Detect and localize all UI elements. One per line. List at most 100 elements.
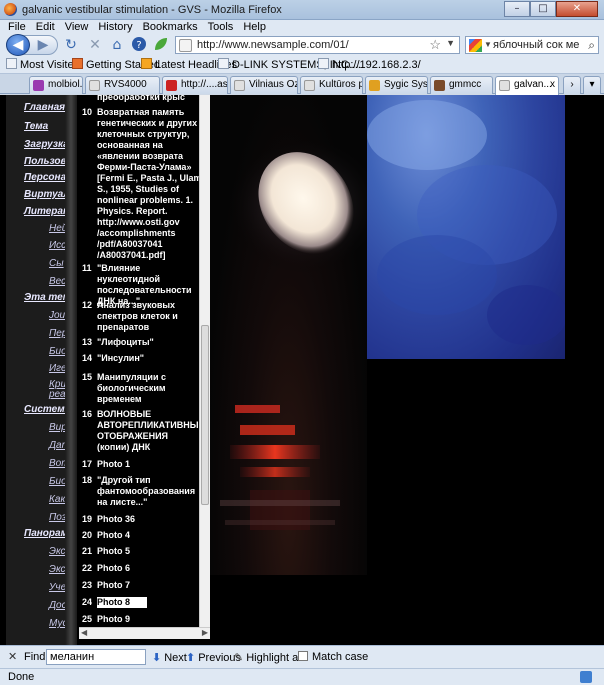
list-vertical-scrollbar[interactable] [199, 95, 210, 627]
tab-gmmcc[interactable]: gmmcc [430, 76, 493, 94]
reload-button[interactable]: ↻ [62, 36, 80, 54]
frame-divider[interactable] [65, 95, 77, 645]
phantom-photo [210, 95, 367, 575]
tab-favicon [499, 80, 510, 91]
arrow-down-icon: ⬇ [152, 651, 162, 664]
tab-favicon [166, 80, 177, 91]
nav-sublink[interactable]: Дат [49, 440, 65, 451]
nav-sublink[interactable]: Иге [49, 363, 65, 374]
nav-link-personal[interactable]: Персонал [24, 172, 65, 183]
firefox-bookmark-icon [72, 58, 83, 69]
menu-history[interactable]: History [98, 20, 132, 34]
search-engine-icon[interactable] [469, 39, 482, 52]
page-content: Главная стр Тема Загрузка Пользова Персо… [0, 95, 604, 645]
menu-edit[interactable]: Edit [36, 20, 55, 34]
find-bar: ✕ Find: меланин ⬇ Next ⬆ Previous ✎ Highlig… [0, 645, 604, 668]
checkbox-box[interactable] [298, 651, 308, 661]
minimize-button[interactable]: – [504, 1, 530, 17]
list-horizontal-scrollbar[interactable]: ◀ ▶ [79, 627, 210, 639]
tab-galvanic[interactable]: galvan... x [495, 76, 559, 95]
nav-link-systems[interactable]: Системн [24, 404, 65, 415]
nav-sublink[interactable]: Как [49, 494, 65, 505]
firefox-icon [4, 3, 17, 16]
menu-file[interactable]: File [8, 20, 26, 34]
highlighter-icon: ✎ [234, 651, 244, 664]
nav-sublink[interactable]: Дос [49, 600, 65, 611]
nav-link-literature[interactable]: Литерат [24, 206, 65, 217]
nav-sublink[interactable]: Пер [49, 328, 65, 339]
nav-sublink[interactable]: Мус [49, 618, 65, 629]
nav-sublink[interactable]: Jou [49, 310, 65, 321]
address-input[interactable]: http://www.newsample.com/01/ [197, 39, 349, 51]
tab-sygic[interactable]: Sygic Syste... [365, 76, 428, 94]
bookmark-most-visited[interactable]: Most Visited [6, 58, 80, 72]
nav-sublink[interactable]: Ней [49, 223, 65, 234]
forward-button[interactable]: ▶ [34, 36, 52, 54]
tab-rvs4000[interactable]: RVS4000 [85, 76, 160, 94]
folder-icon [6, 58, 17, 69]
tab-vilniaus[interactable]: Vilniaus Oz... [230, 76, 298, 94]
nav-link-users[interactable]: Пользова [24, 156, 65, 167]
leaf-addon-icon[interactable] [152, 36, 170, 54]
nav-link-download[interactable]: Загрузка [24, 139, 65, 150]
find-input[interactable]: меланин [46, 649, 146, 665]
tab-close-icon[interactable]: x [550, 77, 555, 93]
match-case-checkbox[interactable]: Match case [298, 651, 368, 663]
new-tab-button[interactable]: ▾ [583, 76, 601, 94]
bookmark-router[interactable]: http://192.168.2.3/ [318, 58, 421, 72]
tab-strip: molbiol.ru ... RVS4000 http://....aspx V… [0, 74, 604, 95]
maximize-button[interactable]: □ [530, 1, 556, 17]
nav-sublink[interactable]: Уче [49, 582, 65, 593]
find-close-button[interactable]: ✕ [8, 650, 17, 663]
engine-dropdown-icon[interactable]: ▼ [484, 40, 492, 49]
find-label: Find: [24, 651, 49, 663]
nav-sublink[interactable]: Поз [49, 512, 65, 523]
tab-favicon [234, 80, 245, 91]
scrollbar-thumb[interactable] [201, 325, 209, 505]
nav-link-panorama[interactable]: Панорам [24, 528, 65, 539]
nav-sublink[interactable]: Экс [49, 546, 65, 557]
back-button[interactable]: ◀ [6, 34, 30, 56]
nav-sublink[interactable]: Био [49, 346, 65, 357]
addon-icon[interactable]: ? [130, 36, 148, 54]
scroll-left-arrow[interactable]: ◀ [81, 628, 87, 637]
scroll-right-arrow[interactable]: ▶ [202, 628, 208, 637]
find-previous-button[interactable]: ⬆ Previous [186, 651, 241, 664]
nav-sublink[interactable]: Исс [49, 240, 65, 251]
highlight-all-button[interactable]: ✎ Highlight all [234, 651, 303, 664]
menu-bookmarks[interactable]: Bookmarks [143, 20, 198, 34]
find-next-button[interactable]: ⬇ Next [152, 651, 187, 664]
menu-tools[interactable]: Tools [208, 20, 234, 34]
nav-sublink[interactable]: реа [49, 389, 65, 400]
nav-sublink[interactable]: Сы [49, 258, 64, 269]
bookmark-star-icon[interactable]: ☆ [429, 37, 441, 53]
nav-link-theme[interactable]: Тема [24, 121, 48, 132]
url-dropdown-icon[interactable]: ▼ [446, 38, 455, 48]
menu-help[interactable]: Help [243, 20, 266, 34]
home-button[interactable]: ⌂ [108, 36, 126, 54]
tab-kulturos[interactable]: Kultūros p... [300, 76, 363, 94]
nav-sublink[interactable]: Вес [49, 276, 65, 287]
search-icon[interactable]: ⌕ [588, 38, 595, 53]
tab-molbiol[interactable]: molbiol.ru ... [29, 76, 83, 94]
status-text: Done [8, 671, 35, 683]
nav-sublink[interactable]: Вир [49, 422, 65, 433]
nav-link-virtual[interactable]: Виртуал [24, 189, 65, 200]
menu-view[interactable]: View [65, 20, 89, 34]
nav-sublink[interactable]: Био [49, 476, 65, 487]
nav-sublink[interactable]: Экс [49, 564, 65, 575]
nav-sublink[interactable]: Вот [49, 458, 65, 469]
search-input[interactable]: яблочный сок ме [493, 39, 581, 51]
search-bar[interactable]: ▼ яблочный сок ме ⌕ [465, 36, 599, 54]
tab-list-button[interactable]: › [563, 76, 581, 94]
close-window-button[interactable]: ✕ [556, 1, 598, 17]
addon-status-icon[interactable] [580, 671, 592, 683]
address-bar[interactable]: http://www.newsample.com/01/ ☆ ▼ [175, 36, 460, 54]
nav-link-main[interactable]: Главная стр [24, 102, 65, 113]
stop-button[interactable]: ✕ [86, 36, 104, 54]
site-identity-icon[interactable] [179, 39, 192, 52]
tab-aspx[interactable]: http://....aspx [162, 76, 228, 94]
nav-link-this-theme[interactable]: Эта тем [24, 292, 65, 303]
arrow-up-icon: ⬆ [186, 651, 196, 664]
rss-icon [141, 58, 152, 69]
